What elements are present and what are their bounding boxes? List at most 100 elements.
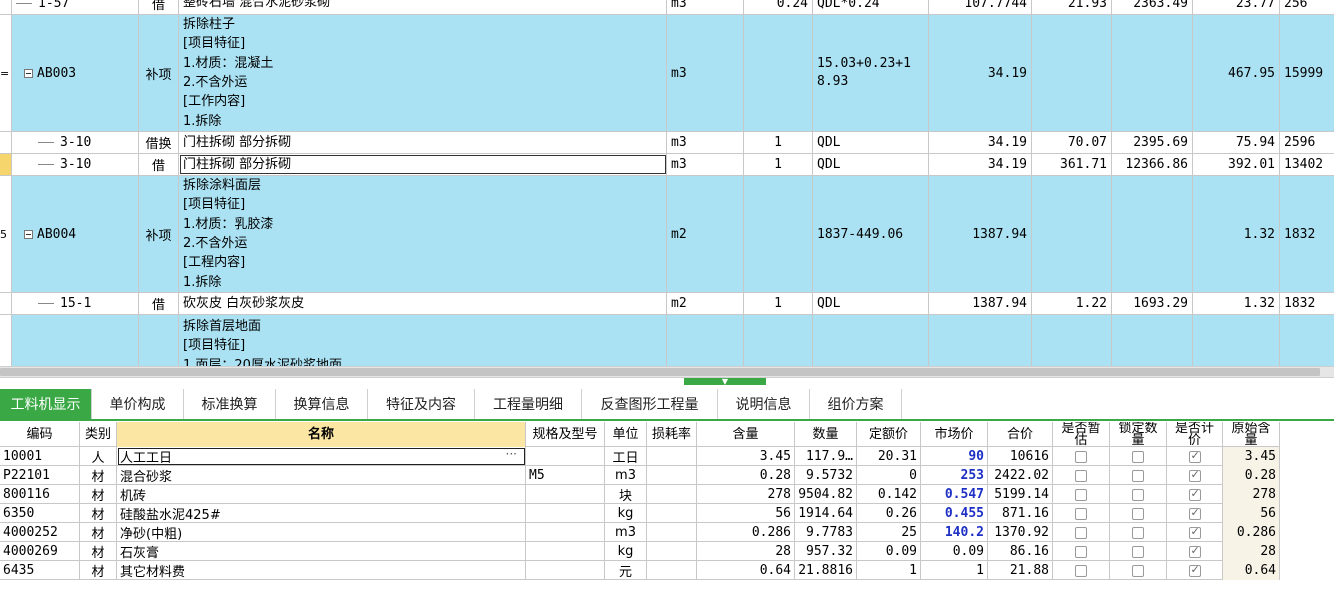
lock-quantity-checkbox[interactable] xyxy=(1132,545,1144,558)
priced-checkbox[interactable] xyxy=(1188,525,1201,539)
col-loss-rate[interactable]: 损耗率 xyxy=(647,422,697,447)
provisional-checkbox[interactable] xyxy=(1075,488,1087,501)
desc-edit-cell[interactable]: 门柱拆砌 部分拆砌 xyxy=(179,154,667,175)
col-total[interactable]: 合价 xyxy=(988,422,1053,447)
table-row[interactable]: 3-10 借 门柱拆砌 部分拆砌 m3 1 QDL 34.19 361.71 1… xyxy=(0,154,1334,176)
res-spec[interactable] xyxy=(526,485,605,504)
col-lock-quantity[interactable]: 锁定数量 xyxy=(1110,422,1167,447)
res-spec[interactable] xyxy=(526,561,605,580)
lock-quantity-checkbox[interactable] xyxy=(1132,507,1144,520)
row-indicator[interactable] xyxy=(0,0,12,14)
lock-quantity-checkbox[interactable] xyxy=(1132,526,1144,539)
resource-row[interactable]: P22101材混合砂浆M5m30.289.573202532422.020.28 xyxy=(0,466,1280,485)
col-market-price[interactable]: 市场价 xyxy=(921,422,988,447)
res-name[interactable]: 混合砂浆 xyxy=(117,466,526,485)
res-name[interactable]: 机砖 xyxy=(117,485,526,504)
provisional-checkbox[interactable] xyxy=(1075,564,1087,577)
res-market-price[interactable]: 1 xyxy=(921,561,988,580)
col-priced[interactable]: 是否计价 xyxy=(1167,422,1223,447)
table-row[interactable]: 拆除首层地面 [项目特征] 1.面层：20厚水泥砂浆地面 xyxy=(0,315,1334,366)
res-market-price[interactable]: 253 xyxy=(921,466,988,485)
res-market-price[interactable]: 0.09 xyxy=(921,542,988,561)
res-market-price[interactable]: 90 xyxy=(921,447,988,466)
row-indicator[interactable] xyxy=(0,132,12,153)
res-spec[interactable] xyxy=(526,504,605,523)
tab-reverse-graphic-quantity[interactable]: 反查图形工程量 xyxy=(582,389,718,419)
col-unit[interactable]: 单位 xyxy=(605,422,647,447)
res-spec[interactable] xyxy=(526,542,605,561)
tab-unit-price-composition[interactable]: 单价构成 xyxy=(92,389,184,419)
row-indicator[interactable] xyxy=(0,293,12,314)
row-indicator[interactable]: 5 xyxy=(0,176,12,292)
priced-checkbox[interactable] xyxy=(1188,563,1201,577)
res-content[interactable]: 0.28 xyxy=(697,466,795,485)
res-name[interactable]: 硅酸盐水泥425# xyxy=(117,504,526,523)
table-row[interactable]: 5 AB004 补项 拆除涂料面层 [项目特征] 1.材质：乳胶漆 2.不含外运… xyxy=(0,176,1334,293)
resource-row[interactable]: 800116材机砖块2789504.820.1420.5475199.14278 xyxy=(0,485,1280,504)
priced-checkbox[interactable] xyxy=(1188,544,1201,558)
table-row[interactable]: 3-10 借换 门柱拆砌 部分拆砌 m3 1 QDL 34.19 70.07 2… xyxy=(0,132,1334,154)
resource-row[interactable]: 6435材其它材料费元0.6421.88161121.880.64 xyxy=(0,561,1280,580)
res-content[interactable]: 3.45 xyxy=(697,447,795,466)
resource-row[interactable]: 10001人人工工日···工日3.45117.9…20.3190106163.4… xyxy=(0,447,1280,466)
tab-description[interactable]: 说明信息 xyxy=(718,389,810,419)
tab-pricing-scheme[interactable]: 组价方案 xyxy=(810,389,902,419)
scrollbar-thumb[interactable] xyxy=(0,368,1320,376)
table-row[interactable]: 15-1 借 砍灰皮 白灰砂浆灰皮 m2 1 QDL 1387.94 1.22 … xyxy=(0,293,1334,315)
provisional-checkbox[interactable] xyxy=(1075,469,1087,482)
lock-quantity-checkbox[interactable] xyxy=(1132,488,1144,501)
table-row[interactable]: = AB003 补项 拆除柱子 [项目特征] 1.材质：混凝土 2.不含外运 [… xyxy=(0,15,1334,132)
col-name[interactable]: 名称 xyxy=(117,422,526,447)
tab-conversion-info[interactable]: 换算信息 xyxy=(276,389,368,419)
row-indicator[interactable] xyxy=(0,154,12,175)
res-content[interactable]: 28 xyxy=(697,542,795,561)
res-name[interactable]: 石灰膏 xyxy=(117,542,526,561)
provisional-checkbox[interactable] xyxy=(1075,545,1087,558)
tab-standard-conversion[interactable]: 标准换算 xyxy=(184,389,276,419)
col-category[interactable]: 类别 xyxy=(80,422,117,447)
res-content[interactable]: 0.64 xyxy=(697,561,795,580)
tab-quantity-detail[interactable]: 工程量明细 xyxy=(475,389,582,419)
col-spec[interactable]: 规格及型号 xyxy=(526,422,605,447)
priced-checkbox[interactable] xyxy=(1188,468,1201,482)
more-icon[interactable]: ··· xyxy=(506,447,517,461)
tab-labor-material-machine[interactable]: 工料机显示 xyxy=(0,389,92,419)
resource-row[interactable]: 6350 材硅酸盐水泥425# kg 56 1914.64 0.26 0.455 871.16… xyxy=(0,504,1280,523)
col-provisional[interactable]: 是否暂估 xyxy=(1053,422,1110,447)
resource-row[interactable]: 4000269材石灰膏kg28957.320.090.0986.1628 xyxy=(0,542,1280,561)
panel-splitter[interactable]: ▼ xyxy=(684,378,766,386)
collapse-icon[interactable] xyxy=(24,68,33,78)
res-content[interactable]: 56 xyxy=(697,504,795,523)
col-original-content[interactable]: 原始含量 xyxy=(1223,422,1280,447)
row-indicator[interactable]: = xyxy=(0,15,12,131)
row-indicator[interactable] xyxy=(0,315,12,366)
provisional-checkbox[interactable] xyxy=(1075,507,1087,520)
lock-quantity-checkbox[interactable] xyxy=(1132,450,1144,463)
res-content[interactable]: 0.286 xyxy=(697,523,795,542)
res-spec[interactable] xyxy=(526,523,605,542)
tab-features-content[interactable]: 特征及内容 xyxy=(368,389,475,419)
priced-checkbox[interactable] xyxy=(1188,449,1201,463)
resource-row[interactable]: 4000252 材净砂(中粗) m3 0.286 9.7783 25 140.2 1370.9… xyxy=(0,523,1280,542)
col-code[interactable]: 编码 xyxy=(0,422,80,447)
lock-quantity-checkbox[interactable] xyxy=(1132,469,1144,482)
res-name[interactable]: 人工工日 ··· xyxy=(117,447,526,466)
priced-checkbox[interactable] xyxy=(1188,506,1201,520)
res-spec[interactable] xyxy=(526,447,605,466)
horizontal-scrollbar[interactable] xyxy=(0,366,1334,378)
res-name[interactable]: 其它材料费 xyxy=(117,561,526,580)
res-market-price[interactable]: 140.2 xyxy=(921,523,988,542)
collapse-icon[interactable] xyxy=(24,229,33,239)
lock-quantity-checkbox[interactable] xyxy=(1132,564,1144,577)
col-content[interactable]: 含量 xyxy=(697,422,795,447)
res-name[interactable]: 净砂(中粗) xyxy=(117,523,526,542)
res-market-price[interactable]: 0.455 xyxy=(921,504,988,523)
col-quota-price[interactable]: 定额价 xyxy=(857,422,921,447)
provisional-checkbox[interactable] xyxy=(1075,450,1087,463)
priced-checkbox[interactable] xyxy=(1188,487,1201,501)
provisional-checkbox[interactable] xyxy=(1075,526,1087,539)
table-row[interactable]: 1-57 借 整砖石墙 混合水泥砂浆砌 m3 0.24 QDL*0.24 107… xyxy=(0,0,1334,15)
res-spec[interactable]: M5 xyxy=(526,466,605,485)
res-content[interactable]: 278 xyxy=(697,485,795,504)
res-market-price[interactable]: 0.547 xyxy=(921,485,988,504)
